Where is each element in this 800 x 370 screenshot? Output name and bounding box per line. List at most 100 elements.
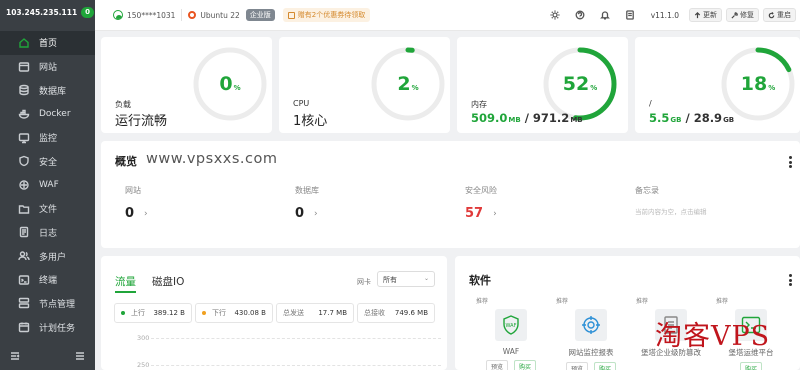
disk-used-unit: GB — [670, 116, 682, 124]
sidebar-item-monitor[interactable]: 监控 — [0, 126, 95, 150]
software-buttons: 预览 购买 — [476, 360, 546, 370]
notification-badge[interactable]: 0 — [81, 6, 95, 18]
memory-total-unit: MB — [570, 116, 583, 124]
y-axis-tick: 300 — [137, 334, 150, 342]
recommend-tag: 推荐 — [636, 298, 649, 305]
waf-icon — [18, 179, 30, 191]
nic-select[interactable]: 所有 ⌄ — [377, 271, 435, 287]
cpu-card[interactable]: 2% CPU 1核心 — [279, 37, 450, 133]
percent-unit: % — [233, 84, 241, 92]
overview-security-risk[interactable]: 安全风险 57 › — [465, 185, 497, 221]
folder-icon — [18, 203, 30, 215]
user-info[interactable]: 150****1031 — [113, 10, 175, 20]
sidebar-item-nodes[interactable]: 节点管理 — [0, 292, 95, 316]
disk-usage: 5.5GB / 28.9GB — [649, 111, 734, 125]
sidebar-item-label: 终端 — [39, 276, 58, 287]
overview-more-icon[interactable] — [789, 156, 792, 170]
sidebar-item-multiuser[interactable]: 多用户 — [0, 244, 95, 268]
overview-websites-value: 0 › — [125, 206, 148, 221]
traffic-card: 流量 磁盘IO 网卡 所有 ⌄ 上行 389.12 B 下行 430.08 B … — [101, 256, 447, 370]
node-icon — [18, 297, 30, 309]
notes-icon[interactable] — [625, 10, 635, 20]
disk-total: 28.9 — [693, 111, 723, 125]
tab-disk-io[interactable]: 磁盘IO — [152, 274, 184, 293]
restart-button[interactable]: 重启 — [763, 8, 796, 22]
sidebar-item-waf[interactable]: WAF — [0, 173, 95, 197]
sidebar-item-label: 节点管理 — [39, 299, 76, 310]
repair-button[interactable]: 修复 — [726, 8, 759, 22]
sidebar-item-website[interactable]: 网站 — [0, 55, 95, 79]
buy-button[interactable]: 购买 — [514, 360, 537, 370]
wrench-icon — [731, 11, 738, 19]
total-received-stat: 总接收 749.6 MB — [357, 303, 435, 323]
overview-websites[interactable]: 网站 0 › — [125, 185, 148, 221]
sidebar-item-cron[interactable]: 计划任务 — [0, 315, 95, 339]
menu-icon[interactable] — [75, 351, 85, 364]
total-received-value: 749.6 MB — [394, 309, 428, 317]
sidebar-item-terminal[interactable]: 终端 — [0, 268, 95, 292]
total-received-label: 总接收 — [364, 309, 385, 317]
overview-websites-label: 网站 — [125, 186, 141, 195]
chevron-down-icon: ⌄ — [423, 275, 429, 282]
support-icon[interactable] — [575, 10, 585, 20]
sidebar-item-docker[interactable]: Docker — [0, 102, 95, 126]
nic-label: 网卡 — [357, 278, 371, 286]
sidebar-item-logs[interactable]: 日志 — [0, 221, 95, 245]
buy-button[interactable]: 购买 — [594, 362, 617, 370]
svg-text:WAF: WAF — [506, 323, 517, 329]
gridline — [151, 338, 441, 339]
buy-button[interactable]: 购买 — [739, 362, 762, 370]
disk-sep: / — [681, 111, 694, 125]
edition-badge: 企业版 — [245, 9, 275, 21]
memory-label: 内存 — [471, 100, 487, 109]
memory-card[interactable]: 52% 内存 509.0MB / 971.2MB — [457, 37, 628, 133]
load-card[interactable]: 0% 负载 运行流畅 — [101, 37, 272, 133]
update-button[interactable]: 更新 — [689, 8, 722, 22]
sidebar-item-label: 多用户 — [39, 252, 67, 263]
overview-memo[interactable]: 备忘录 当前内容为空，点击编辑 — [635, 185, 707, 216]
top-bar: 150****1031 Ubuntu 22 企业版 赠有2个优惠券待领取 v11… — [95, 0, 800, 31]
cpu-percent-value: 2 — [397, 73, 411, 95]
nic-select-value: 所有 — [383, 276, 397, 284]
website-icon — [18, 61, 30, 73]
sidebar-item-label: 安全 — [39, 157, 58, 168]
software-name: 网站监控报表 — [568, 348, 614, 357]
server-ip[interactable]: 103.245.235.111 0 — [0, 0, 95, 24]
upload-label: 上行 — [131, 309, 145, 317]
server-ip-text: 103.245.235.111 — [6, 7, 78, 17]
preview-button[interactable]: 预览 — [565, 362, 588, 370]
overview-databases[interactable]: 数据库 0 › — [295, 185, 319, 221]
update-label: 更新 — [703, 11, 717, 19]
preview-button[interactable]: 预览 — [485, 360, 508, 370]
avatar — [113, 10, 123, 20]
overview-title: 概览 — [115, 155, 137, 168]
memory-percent-value: 52 — [562, 73, 590, 95]
sidebar-item-home[interactable]: 首页 — [0, 31, 95, 55]
coupon-promo[interactable]: 赠有2个优惠券待领取 — [282, 8, 371, 22]
theme-sun-icon[interactable] — [550, 10, 560, 20]
software-name: WAF — [502, 347, 520, 356]
calendar-icon — [18, 321, 30, 333]
load-status: 运行流畅 — [115, 114, 168, 129]
software-buttons: 预览 购买 — [556, 362, 626, 370]
username: 150****1031 — [127, 10, 176, 20]
software-item-site-report[interactable]: 推荐 网站监控报表 预览 购买 — [556, 296, 626, 370]
software-item-waf[interactable]: 推荐 WAF WAF 预览 购买 — [476, 296, 546, 370]
collapse-sidebar-icon[interactable] — [10, 351, 20, 364]
bell-icon[interactable] — [600, 10, 611, 20]
users-icon — [18, 250, 30, 262]
disk-card[interactable]: 18% / 5.5GB / 28.9GB — [635, 37, 800, 133]
gridline — [151, 365, 441, 366]
sidebar-item-files[interactable]: 文件 — [0, 197, 95, 221]
restart-label: 重启 — [777, 11, 791, 19]
software-more-icon[interactable] — [789, 274, 792, 288]
cpu-cores: 1核心 — [293, 114, 328, 129]
version-text: v11.1.0 — [650, 10, 679, 20]
docker-icon — [18, 108, 30, 120]
sidebar-item-database[interactable]: 数据库 — [0, 78, 95, 102]
sidebar-item-security[interactable]: 安全 — [0, 149, 95, 173]
tab-traffic[interactable]: 流量 — [115, 274, 136, 293]
load-percent-value: 0 — [219, 73, 233, 95]
toolbar-icons — [543, 10, 643, 20]
sidebar-item-label: 监控 — [39, 134, 58, 145]
